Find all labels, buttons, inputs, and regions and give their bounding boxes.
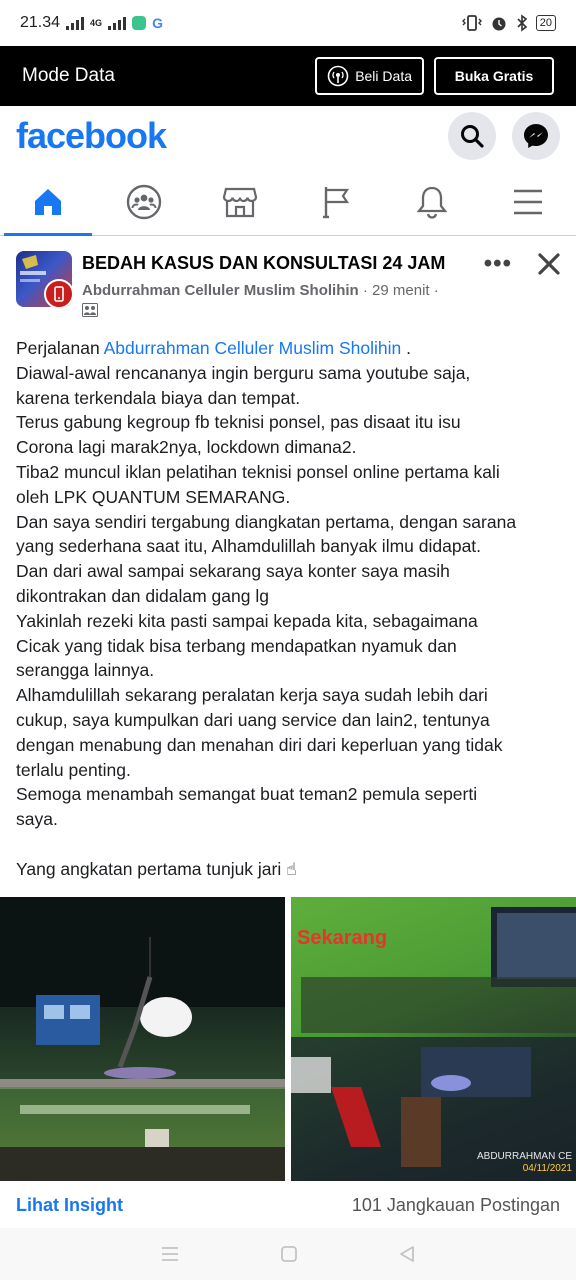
home-icon bbox=[35, 188, 61, 215]
post-insight-bar: Lihat Insight 101 Jangkauan Postingan bbox=[0, 1182, 576, 1228]
post-line: dengan menabung dan menahan diri dari ke… bbox=[16, 734, 503, 755]
buka-gratis-button[interactable]: Buka Gratis bbox=[434, 57, 554, 95]
post-line: Yakinlah rezeki kita pasti sampai kepada… bbox=[16, 610, 478, 631]
post-reach: 101 Jangkauan Postingan bbox=[351, 1194, 560, 1215]
messenger-icon bbox=[524, 124, 548, 148]
phone-logo-icon bbox=[54, 286, 64, 302]
post-line: yang sederhana saat itu, Alhamdulillah b… bbox=[16, 536, 482, 557]
post-line: Semoga menambah semangat buat teman2 pem… bbox=[16, 784, 478, 805]
post-line: Dan saya sendiri tergabung diangkatan pe… bbox=[16, 511, 517, 532]
post-line: Cicak yang tidak bisa terbang mendapatka… bbox=[16, 635, 457, 656]
photo-caption: Sekarang bbox=[297, 927, 388, 949]
view-insight-link[interactable]: Lihat Insight bbox=[16, 1195, 123, 1216]
back-icon[interactable] bbox=[398, 1245, 416, 1263]
dot-separator-2: · bbox=[433, 282, 439, 299]
post-line: Diawal-awal rencananya ingin berguru sam… bbox=[16, 362, 471, 383]
clock: 21.34 bbox=[20, 14, 61, 31]
dot-separator: · bbox=[362, 282, 368, 299]
post-line: Terus gabung kegroup fb teknisi ponsel, … bbox=[16, 412, 461, 433]
recent-apps-icon[interactable] bbox=[160, 1246, 180, 1262]
author-name[interactable]: Abdurrahman Celluler Muslim Sholihin bbox=[82, 282, 359, 299]
author-mention-link[interactable]: Abdurrahman Celluler Muslim Sholihin bbox=[104, 338, 402, 358]
post-line: cukup, saya kumpulkan dari uang service … bbox=[16, 709, 490, 730]
messenger-button[interactable] bbox=[512, 112, 560, 160]
post-text: Perjalanan Abdurrahman Celluler Muslim S… bbox=[16, 336, 564, 882]
tab-menu[interactable] bbox=[480, 168, 576, 235]
watermark-name: ABDURRAHMAN CE bbox=[476, 1151, 572, 1162]
signal-2-icon bbox=[108, 16, 127, 30]
bell-icon bbox=[416, 186, 448, 219]
bluetooth-icon bbox=[517, 14, 527, 32]
post-line: oleh LPK QUANTUM SEMARANG. bbox=[16, 486, 291, 507]
hamburger-menu-icon bbox=[514, 189, 542, 214]
post-closing-line: Yang angkatan pertama tunjuk jari ☝ bbox=[16, 858, 297, 879]
mode-title: Mode Data bbox=[22, 65, 115, 86]
broadcast-icon bbox=[327, 65, 349, 87]
post-line: karena terkendala biaya dan tempat. bbox=[16, 387, 301, 408]
close-icon[interactable] bbox=[538, 253, 560, 275]
facebook-logo[interactable]: facebook bbox=[16, 115, 167, 157]
tab-home[interactable] bbox=[0, 168, 96, 236]
main-nav bbox=[0, 168, 576, 236]
photo-now[interactable]: Sekarang ABDURRAHMAN CE 04/11/2021 bbox=[291, 897, 576, 1181]
tab-pages[interactable] bbox=[288, 168, 384, 235]
post-line: terlalu penting. bbox=[16, 759, 131, 780]
beli-data-label: Beli Data bbox=[355, 68, 412, 84]
flag-icon bbox=[323, 186, 350, 218]
status-bar: 21.34 4G G 20 bbox=[0, 0, 576, 46]
system-nav-bar bbox=[0, 1228, 576, 1280]
post-text-suffix: . bbox=[401, 338, 411, 358]
tab-marketplace[interactable] bbox=[192, 168, 288, 235]
privacy-row bbox=[82, 303, 560, 322]
home-button-icon[interactable] bbox=[280, 1245, 298, 1263]
post-line: saya. bbox=[16, 809, 58, 830]
post-line: serangga lainnya. bbox=[16, 660, 155, 681]
post-time[interactable]: 29 menit bbox=[372, 282, 430, 299]
post-photos: Sekarang ABDURRAHMAN CE 04/11/2021 bbox=[0, 897, 576, 1181]
battery-indicator: 20 bbox=[535, 15, 556, 31]
post-line: Perjalanan Abdurrahman Celluler Muslim S… bbox=[16, 336, 564, 361]
data-mode-banner: Mode Data Beli Data Buka Gratis bbox=[0, 46, 576, 106]
post-line: Alhamdulillah sekarang peralatan kerja s… bbox=[16, 685, 488, 706]
post-header: BEDAH KASUS DAN KONSULTASI 24 JAM Abdurr… bbox=[0, 248, 576, 318]
alarm-icon bbox=[492, 17, 506, 31]
vibrate-icon bbox=[461, 15, 482, 31]
search-icon bbox=[461, 125, 484, 148]
buka-gratis-label: Buka Gratis bbox=[454, 68, 534, 84]
workbench-photo bbox=[0, 897, 285, 1181]
post-line: dikontrakan dan didalam gang lg bbox=[16, 585, 269, 606]
app-header: facebook bbox=[0, 106, 576, 166]
beli-data-button[interactable]: Beli Data bbox=[315, 57, 424, 95]
post-text-prefix: Perjalanan bbox=[16, 338, 104, 358]
post-line: Dan dari awal sampai sekarang saya konte… bbox=[16, 561, 450, 582]
search-button[interactable] bbox=[448, 112, 496, 160]
more-options-icon[interactable]: ••• bbox=[484, 250, 512, 278]
group-avatar[interactable] bbox=[16, 251, 72, 307]
watermark-date: 04/11/2021 bbox=[522, 1163, 572, 1174]
groups-icon bbox=[126, 184, 162, 219]
marketplace-icon bbox=[222, 187, 258, 217]
group-members-icon bbox=[82, 303, 98, 317]
photo-before[interactable] bbox=[0, 897, 285, 1181]
google-icon: G bbox=[152, 15, 163, 31]
post-subline: Abdurrahman Celluler Muslim Sholihin · 2… bbox=[82, 282, 560, 299]
signal-icon bbox=[66, 16, 85, 30]
photo-watermark: ABDURRAHMAN CE 04/11/2021 bbox=[477, 1151, 572, 1175]
tab-notifications[interactable] bbox=[384, 168, 480, 235]
author-avatar[interactable] bbox=[44, 279, 72, 307]
post-line: Corona lagi marak2nya, lockdown dimana2. bbox=[16, 437, 357, 458]
post-line: Tiba2 muncul iklan pelatihan teknisi pon… bbox=[16, 461, 500, 482]
network-type: 4G bbox=[90, 18, 103, 28]
app-notification-icon bbox=[132, 16, 147, 30]
tab-groups[interactable] bbox=[96, 168, 192, 235]
